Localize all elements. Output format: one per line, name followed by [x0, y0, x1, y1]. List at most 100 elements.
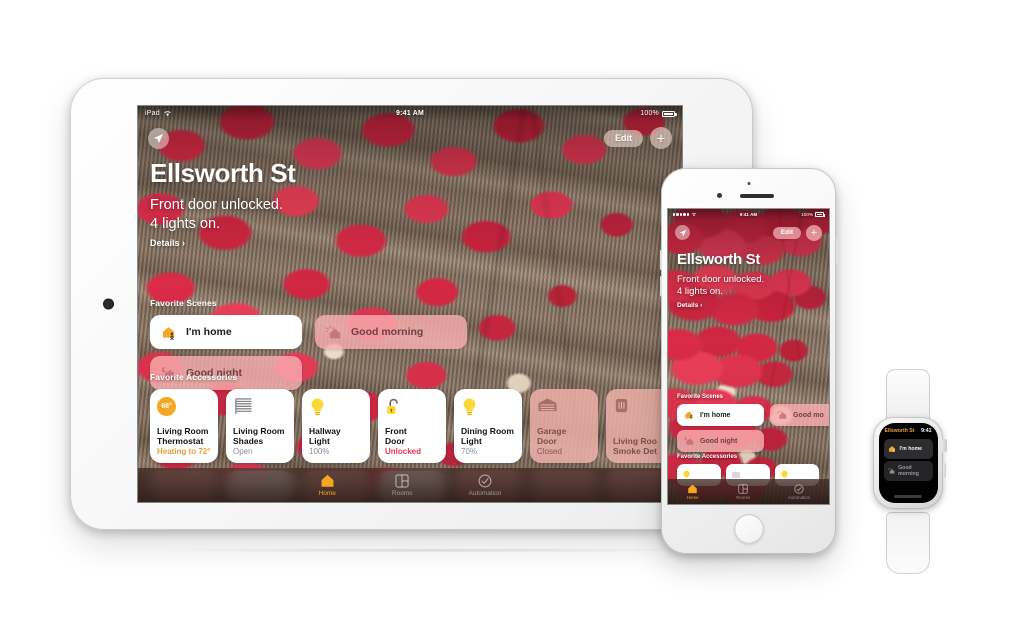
scene-label: Good mo [793, 411, 824, 419]
accessory-name: Dining Room Light [461, 425, 514, 446]
status-line-1: Front door unlocked. [677, 274, 765, 285]
lightbulb-icon [461, 397, 515, 419]
tab-rooms[interactable]: Rooms [391, 473, 413, 497]
accessory-status: Open [233, 447, 253, 456]
accessory-garage-door[interactable]: Garage Door Closed [530, 389, 598, 463]
accessory-dining-room-light[interactable]: Dining Room Light 70% [454, 389, 522, 463]
tab-label: Rooms [736, 494, 751, 500]
edit-button[interactable]: Edit [604, 129, 643, 147]
iphone-volume-down-button[interactable] [659, 276, 662, 296]
home-status-summary: Front door unlocked. 4 lights on. [150, 196, 283, 233]
smoke-detector-icon [613, 397, 667, 419]
house-person-icon [685, 411, 693, 419]
favorite-scenes-label: Favorite Scenes [150, 298, 217, 308]
unlocked-padlock-icon [385, 397, 439, 419]
house-sunrise-icon [777, 410, 787, 419]
rooms-icon [738, 483, 749, 494]
accessory-status: Heating to 72° [157, 447, 211, 456]
accessory-status: 100% [309, 447, 330, 456]
iphone-power-button[interactable] [835, 238, 838, 264]
iphone-volume-up-button[interactable] [659, 250, 662, 270]
battery-full-icon [815, 212, 825, 217]
accessory-name: Living Room Thermostat [157, 425, 209, 446]
house-moon-icon [684, 436, 694, 445]
house-person-icon [162, 326, 175, 340]
scene-good-morning[interactable]: Good morning [883, 461, 933, 481]
edit-button[interactable]: Edit [772, 226, 801, 240]
page-title: Ellsworth St [677, 251, 761, 268]
ipad-device: iPad 9:41 AM 100% Edit + Ellsworth St Fr… [70, 78, 753, 530]
accessory-status: 70% [461, 447, 478, 456]
scene-label: Good morning [351, 326, 424, 338]
house-sunrise-icon [326, 325, 341, 338]
house-icon [321, 474, 334, 487]
tab-label: Home [686, 494, 699, 500]
accessory-living-room-shades[interactable]: Living Room Shades Open [226, 389, 294, 463]
accessory-living-room-thermostat[interactable]: 68° Living Room Thermostat Heating to 72… [150, 389, 218, 463]
accessory-hallway-light[interactable]: Hallway Light 100% [302, 389, 370, 463]
ipad-tab-bar: Home Rooms Automation [138, 468, 682, 502]
thermostat-temperature-badge: 68° [157, 397, 176, 416]
status-bar-clock: 9:41 AM [396, 110, 424, 117]
scene-im-home[interactable]: I'm home [883, 438, 933, 459]
watch-clock: 9:41 [921, 428, 932, 434]
battery-percent-label: 100% [801, 212, 813, 217]
apple-watch-device: Ellsworth St 9:41 I'm home Good morning [849, 369, 967, 574]
ipad-header-actions: Edit + [604, 127, 672, 149]
scene-good-morning[interactable]: Good mo [770, 404, 829, 426]
accessory-front-door[interactable]: Front Door Unlocked [378, 389, 446, 463]
clock-check-icon [794, 483, 804, 494]
blinds-icon [233, 397, 287, 419]
tab-home[interactable]: Home [687, 484, 699, 500]
watch-case: Ellsworth St 9:41 I'm home Good morning [873, 417, 947, 509]
tab-home[interactable]: Home [319, 474, 336, 497]
scene-label: Good night [700, 437, 738, 445]
accessory-status: Unlocked [385, 447, 422, 456]
house-sunrise-icon [887, 467, 894, 474]
watch-status-bar: Ellsworth St 9:41 [879, 423, 938, 436]
navigation-arrow-icon[interactable] [148, 128, 169, 149]
accessory-name: Garage Door [537, 425, 567, 446]
digital-crown[interactable] [942, 439, 947, 452]
scene-im-home[interactable]: I'm home [150, 315, 302, 349]
favorite-accessories-label: Favorite Accessories [677, 454, 738, 460]
tab-label: Automation [787, 494, 811, 500]
watch-side-button[interactable] [942, 463, 946, 478]
watch-band-lower [886, 512, 930, 574]
accessory-status: Closed [537, 447, 562, 456]
ipad-home-button[interactable] [103, 298, 114, 310]
garage-door-icon [537, 397, 591, 419]
iphone-tab-bar: Home Rooms Automation [668, 479, 829, 504]
details-link[interactable]: Details › [150, 238, 185, 248]
accessory-name: Living Room Shades [233, 425, 285, 446]
ipad-screen: iPad 9:41 AM 100% Edit + Ellsworth St Fr… [138, 106, 682, 502]
tab-automation[interactable]: Automation [468, 474, 502, 497]
tab-rooms[interactable]: Rooms [736, 483, 751, 500]
lightbulb-icon [309, 397, 363, 419]
battery-percent-label: 100% [640, 110, 659, 117]
status-line-1: Front door unlocked. [150, 197, 283, 213]
iphone-home-button[interactable] [733, 514, 764, 544]
scene-label: I'm home [186, 326, 232, 338]
tab-label: Home [318, 489, 336, 497]
wifi-icon [164, 111, 171, 116]
house-person-icon [888, 445, 895, 452]
scene-label: I'm home [700, 411, 731, 419]
add-button[interactable]: + [650, 127, 672, 149]
navigation-arrow-icon[interactable] [675, 225, 690, 240]
tab-label: Rooms [391, 489, 413, 497]
battery-full-icon [662, 110, 677, 117]
product-shot-canvas: iPad 9:41 AM 100% Edit + Ellsworth St Fr… [0, 0, 1024, 644]
watch-screen: Ellsworth St 9:41 I'm home Good morning [878, 423, 938, 503]
tab-automation[interactable]: Automation [787, 483, 811, 500]
add-button[interactable]: + [806, 225, 822, 241]
tab-label: Automation [468, 489, 502, 497]
scene-im-home[interactable]: I'm home [677, 404, 764, 426]
house-icon [688, 484, 697, 493]
details-link[interactable]: Details › [677, 302, 702, 309]
iphone-screen: 9:41 AM 100% Edit + Ellsworth St Front d… [668, 209, 829, 504]
scene-good-night[interactable]: Good night [677, 430, 764, 452]
status-line-2: 4 lights on. [677, 286, 723, 298]
scene-good-morning[interactable]: Good morning [315, 315, 467, 349]
accessory-name: Living Roo Smoke Det [613, 435, 657, 456]
